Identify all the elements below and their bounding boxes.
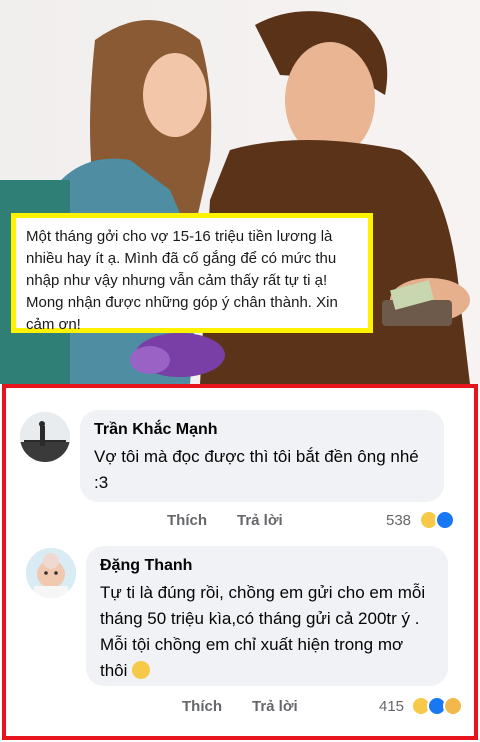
like-button[interactable]: Thích	[167, 512, 207, 529]
like-button[interactable]: Thích	[182, 698, 222, 715]
baby-photo-icon	[26, 548, 76, 598]
relieved-emoji-icon	[132, 661, 151, 679]
silhouette-icon	[20, 412, 70, 462]
comment-author[interactable]: Đặng Thanh	[100, 556, 434, 576]
comment-text: Vợ tôi mà đọc được thì tôi bắt đền ông n…	[94, 447, 419, 492]
reply-button[interactable]: Trả lời	[237, 512, 283, 529]
comment-text-wrap: Tự ti là đúng rồi, chồng em gửi cho em m…	[100, 580, 434, 684]
avatar[interactable]	[26, 548, 76, 598]
reaction-count[interactable]: 415	[379, 698, 404, 715]
like-icon	[435, 510, 455, 530]
comment-bubble: Đặng Thanh Tự ti là đúng rồi, chồng em g…	[86, 546, 448, 686]
comment-author[interactable]: Trần Khắc Mạnh	[94, 420, 430, 440]
reaction-count[interactable]: 538	[386, 512, 411, 529]
avatar[interactable]	[20, 412, 70, 462]
sad-icon	[443, 696, 463, 716]
reply-button[interactable]: Trả lời	[252, 698, 298, 715]
comment-bubble: Trần Khắc Mạnh Vợ tôi mà đọc được thì tô…	[80, 410, 444, 502]
post-caption: Một tháng gởi cho vợ 15-16 triệu tiền lư…	[11, 213, 373, 333]
comments-panel: Trần Khắc Mạnh Vợ tôi mà đọc được thì tô…	[2, 384, 478, 740]
screenshot: Một tháng gởi cho vợ 15-16 triệu tiền lư…	[0, 0, 480, 742]
post-photo: Một tháng gởi cho vợ 15-16 triệu tiền lư…	[0, 0, 480, 384]
